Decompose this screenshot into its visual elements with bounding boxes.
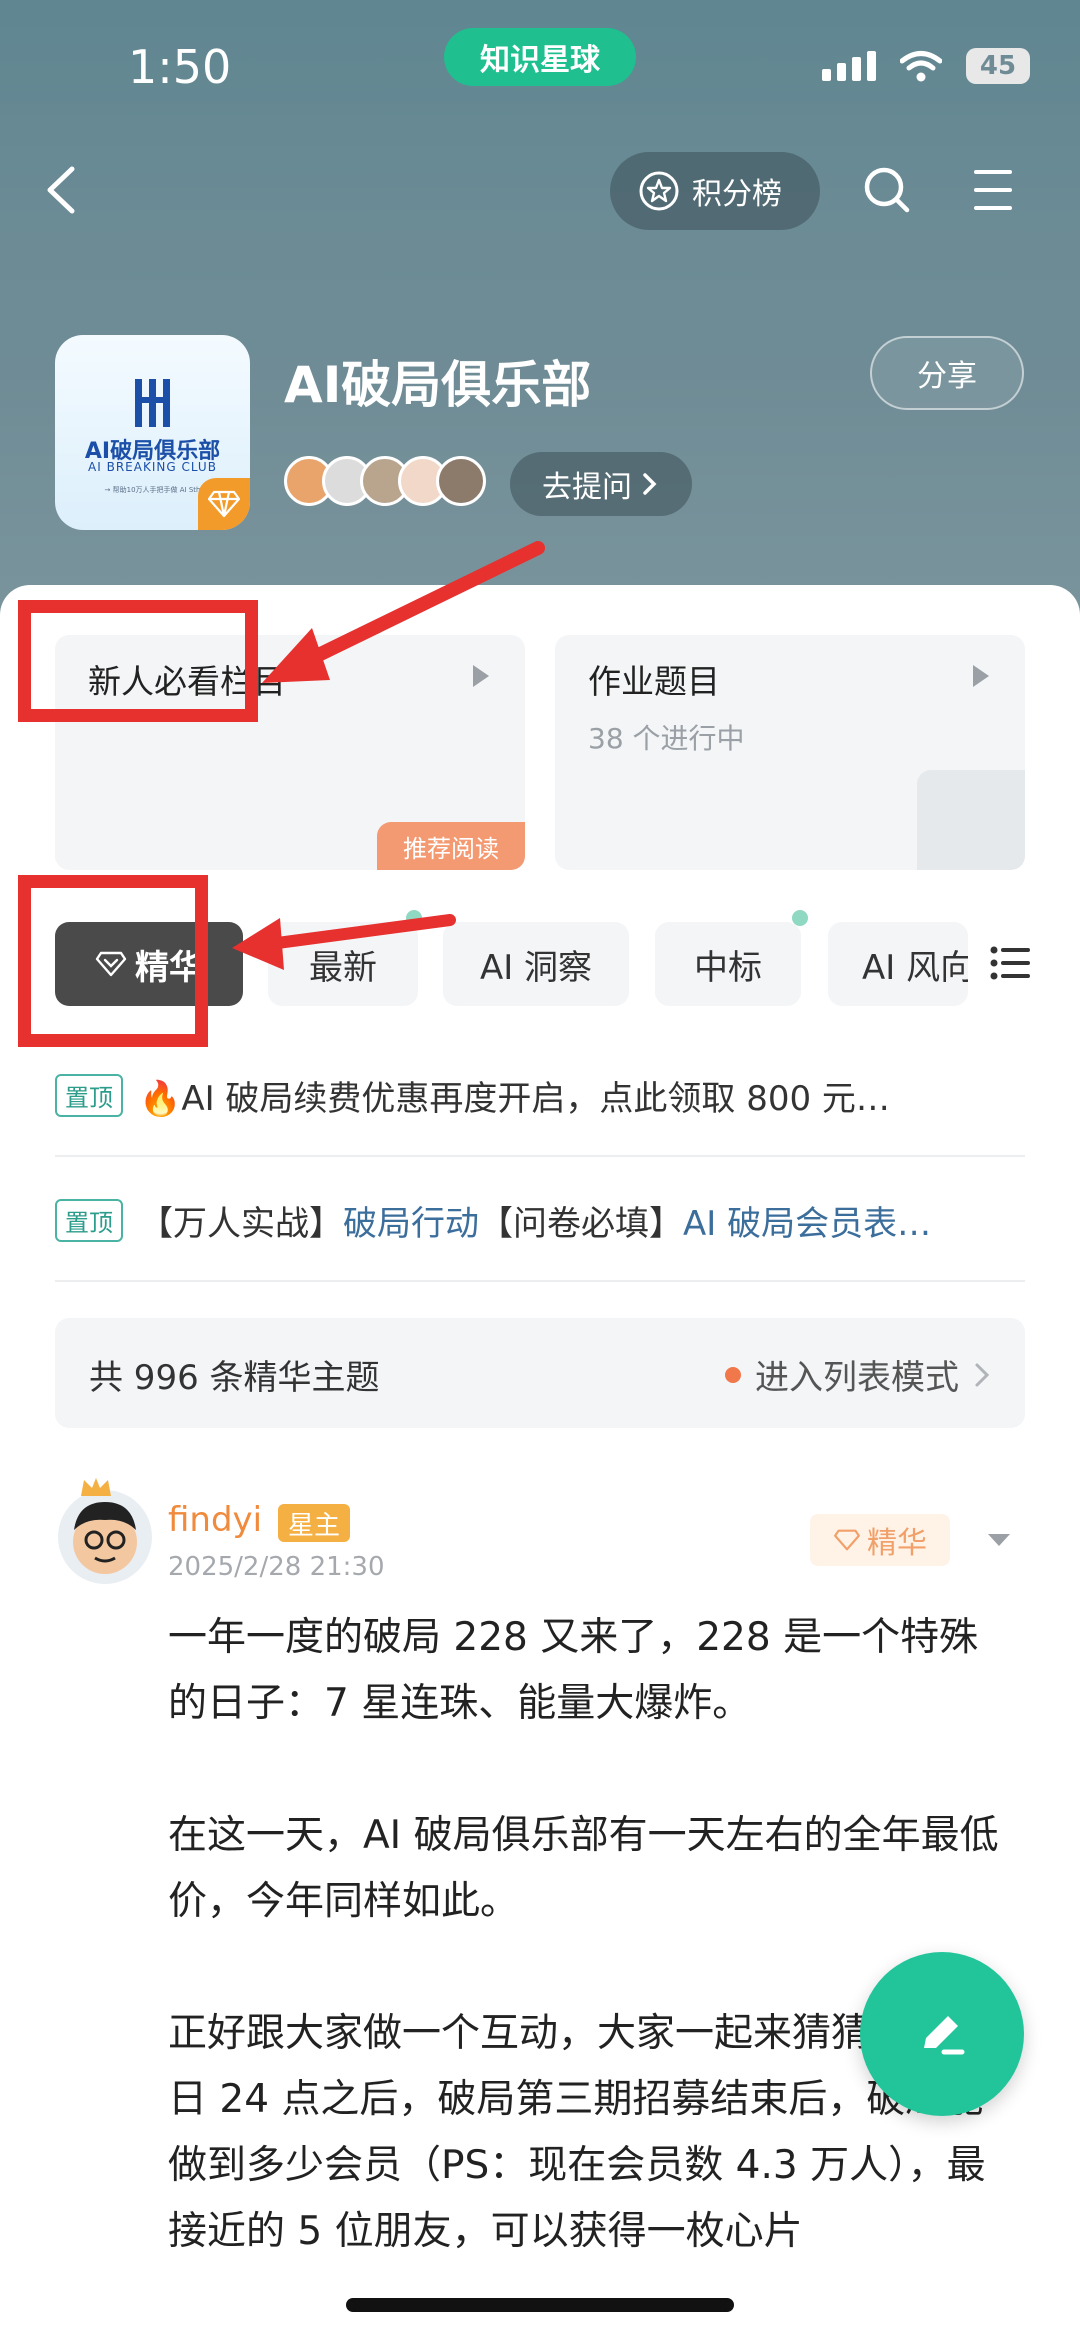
annotation-arrows	[232, 541, 545, 970]
arrow-shaft	[264, 914, 456, 950]
arrow-shaft	[293, 541, 545, 671]
home-indicator	[346, 2298, 734, 2312]
arrow-head-icon	[232, 918, 284, 970]
arrow-head-icon	[262, 628, 330, 683]
